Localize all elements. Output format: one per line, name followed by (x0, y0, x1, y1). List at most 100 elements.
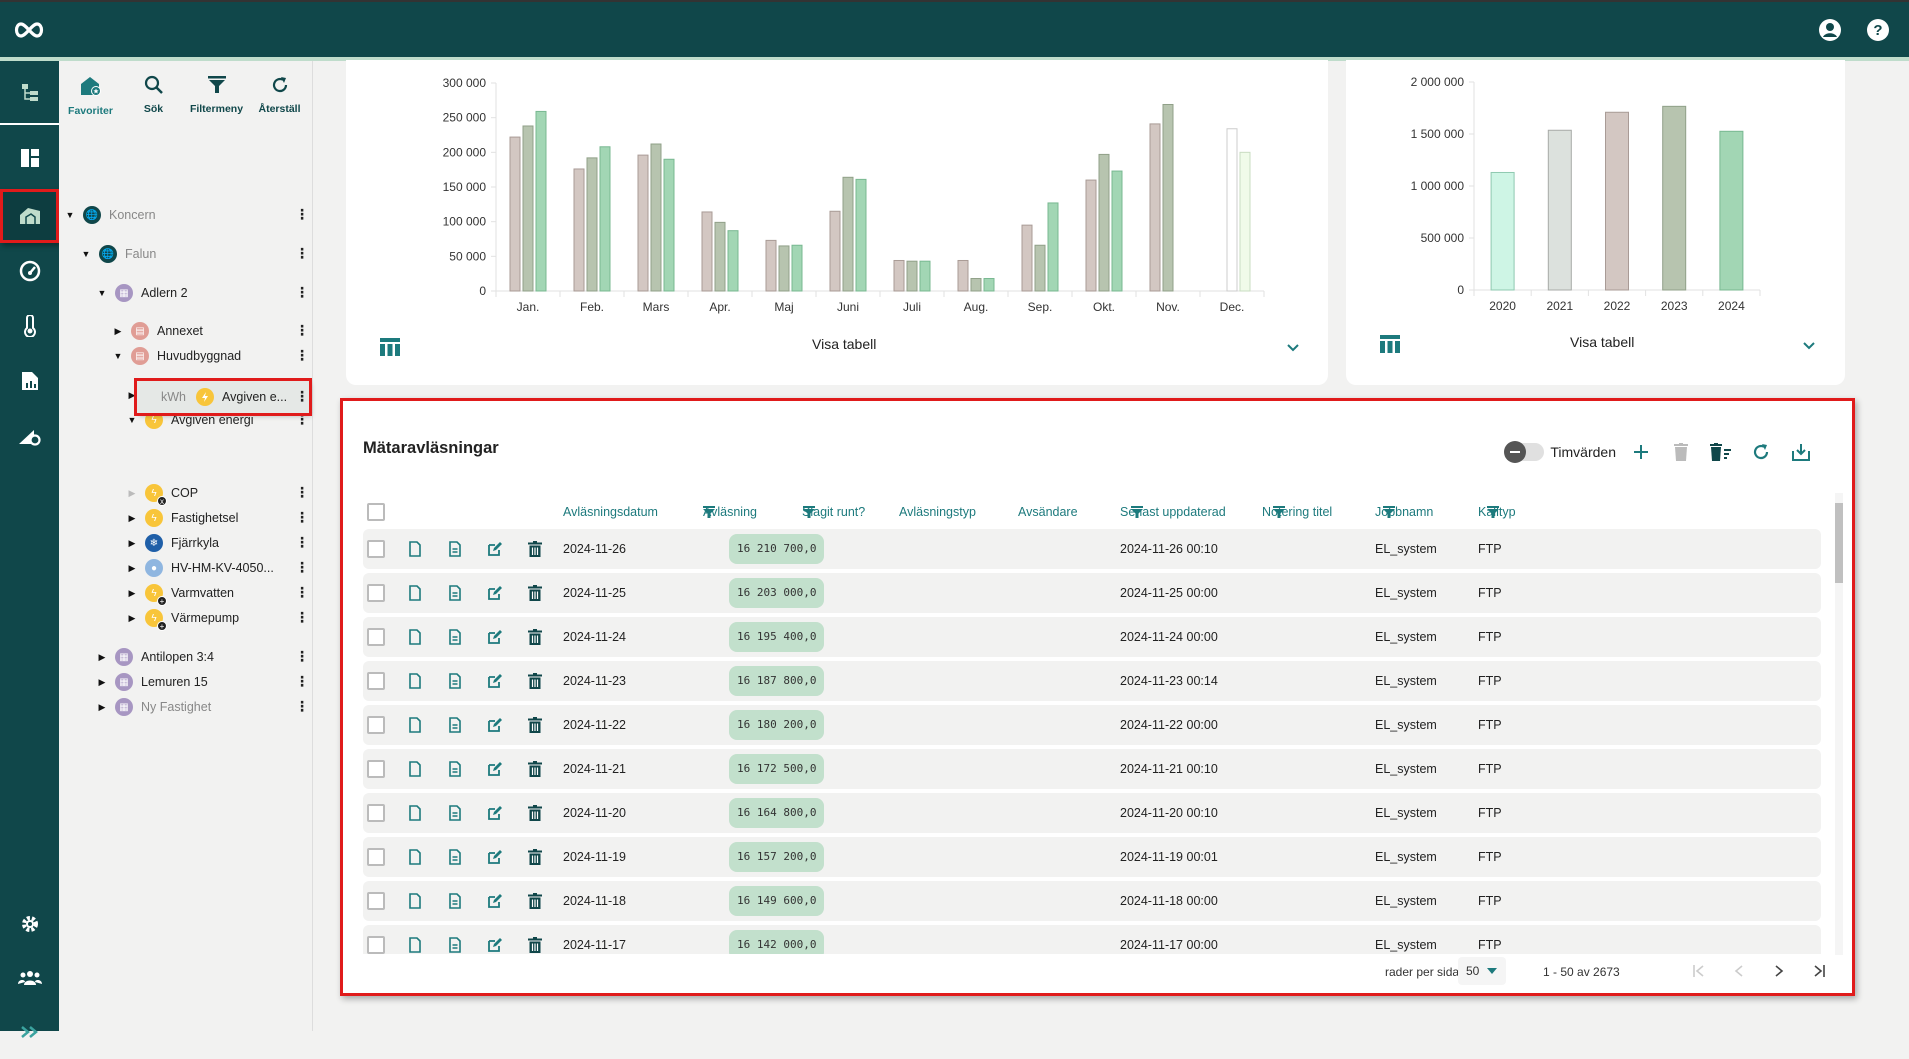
download-button[interactable] (1790, 441, 1812, 463)
tree-node[interactable]: ▶ ϟ x COP (127, 482, 198, 506)
kebab-menu-icon[interactable]: ⋮ (295, 485, 309, 499)
document-icon[interactable] (447, 849, 463, 865)
row-checkbox[interactable] (367, 540, 385, 558)
bar-2023-Jan.[interactable] (522, 125, 534, 292)
tree-node[interactable]: ▶ ▦ Antilopen 3:4 (97, 646, 214, 668)
chevron-down-icon[interactable] (1802, 341, 1816, 351)
kebab-menu-icon[interactable]: ⋮ (295, 649, 309, 663)
bar-2023-Juni[interactable] (842, 176, 854, 292)
bar-2024-Juli[interactable] (919, 260, 931, 292)
first-page-button[interactable] (1689, 961, 1709, 981)
next-page-button[interactable] (1769, 961, 1789, 981)
filter-menu-button[interactable]: Filtermeny (185, 61, 248, 127)
table-icon[interactable] (1380, 335, 1400, 353)
rows-per-page-select[interactable]: 50 (1458, 957, 1506, 985)
trash-icon[interactable] (527, 849, 543, 865)
column-header-source[interactable]: Källtyp (1478, 505, 1516, 519)
bar-2024-Sep.[interactable] (1047, 202, 1059, 292)
tree-node[interactable]: ▶ ϟ + Varmvatten (127, 582, 234, 606)
column-header-rollover[interactable]: Slagit runt? (802, 505, 865, 519)
edit-icon[interactable] (487, 761, 503, 777)
tree-node[interactable]: ▶ ▤ Annexet (113, 320, 203, 342)
caret-right-icon[interactable]: ▶ (127, 563, 137, 574)
scrollbar-thumb[interactable] (1835, 503, 1843, 583)
rail-tree[interactable] (0, 66, 59, 120)
file-icon[interactable] (407, 893, 423, 909)
caret-down-icon[interactable]: ▼ (65, 210, 75, 220)
document-icon[interactable] (447, 585, 463, 601)
table-row[interactable]: 2024-11-18 16 149 600,0 2024-11-18 00:00 EL… (363, 881, 1821, 921)
column-header-type[interactable]: Avläsningstyp (899, 505, 976, 519)
row-checkbox[interactable] (367, 672, 385, 690)
tree-node[interactable]: ▶ ❄ Fjärrkyla (127, 532, 219, 554)
caret-down-icon[interactable]: ▼ (81, 249, 91, 259)
tree-node[interactable]: ▶ ▦ Lemuren 15 (97, 671, 208, 693)
row-checkbox[interactable] (367, 848, 385, 866)
rail-expand[interactable] (0, 1005, 59, 1059)
file-icon[interactable] (407, 761, 423, 777)
bar-2024[interactable] (1719, 130, 1744, 291)
row-checkbox[interactable] (367, 716, 385, 734)
caret-right-icon[interactable]: ▶ (127, 390, 137, 401)
kebab-menu-icon[interactable]: ⋮ (295, 510, 309, 524)
rail-reports[interactable] (0, 354, 59, 408)
bar-2024-Apr.[interactable] (727, 230, 739, 292)
bar-2020[interactable] (1490, 171, 1515, 291)
file-icon[interactable] (407, 585, 423, 601)
caret-right-icon[interactable]: ▶ (97, 652, 107, 663)
edit-icon[interactable] (487, 893, 503, 909)
bar-2022-Sep.[interactable] (1021, 224, 1033, 292)
help-icon[interactable]: ? (1866, 18, 1890, 42)
table-row[interactable]: 2024-11-19 16 157 200,0 2024-11-19 00:01 EL… (363, 837, 1821, 877)
table-row[interactable]: 2024-11-21 16 172 500,0 2024-11-21 00:10 EL… (363, 749, 1821, 789)
tree-node[interactable]: ▼ ▤ Huvudbyggnad (113, 345, 241, 367)
row-checkbox[interactable] (367, 760, 385, 778)
rail-dashboard[interactable] (0, 131, 59, 185)
tree-node[interactable]: ▶ ● HV-HM-KV-4050... (127, 557, 274, 579)
tree-node[interactable]: ▼ ▦ Adlern 2 (97, 282, 188, 304)
document-icon[interactable] (447, 893, 463, 909)
caret-right-icon[interactable]: ▶ (127, 588, 137, 599)
table-icon[interactable] (380, 338, 400, 356)
reset-button[interactable]: Återställ (248, 61, 311, 127)
document-icon[interactable] (447, 805, 463, 821)
file-icon[interactable] (407, 673, 423, 689)
caret-right-icon[interactable]: ▶ (127, 513, 137, 524)
kebab-menu-icon[interactable]: ⋮ (295, 610, 309, 624)
table-row[interactable]: 2024-11-26 16 210 700,0 2024-11-26 00:10 EL… (363, 529, 1821, 569)
document-icon[interactable] (447, 629, 463, 645)
table-row[interactable]: 2024-11-24 16 195 400,0 2024-11-24 00:00 EL… (363, 617, 1821, 657)
bar-2023-Nov.[interactable] (1162, 103, 1174, 292)
account-icon[interactable] (1818, 18, 1842, 42)
bar-2023-Aug.[interactable] (970, 278, 982, 292)
file-icon[interactable] (407, 805, 423, 821)
last-page-button[interactable] (1809, 961, 1829, 981)
file-icon[interactable] (407, 717, 423, 733)
caret-right-icon[interactable]: ▶ (97, 677, 107, 688)
kebab-menu-icon[interactable]: ⋮ (295, 348, 309, 362)
bar-2022-Okt.[interactable] (1085, 179, 1097, 292)
file-icon[interactable] (407, 541, 423, 557)
row-checkbox[interactable] (367, 804, 385, 822)
bar-2023-Juli[interactable] (906, 260, 918, 292)
rail-temperature[interactable] (0, 299, 59, 353)
bar-2023-Okt.[interactable] (1098, 153, 1110, 292)
trash-icon[interactable] (527, 717, 543, 733)
table-row[interactable]: 2024-11-23 16 187 800,0 2024-11-23 00:14 EL… (363, 661, 1821, 701)
table-row[interactable]: 2024-11-17 16 142 000,0 2024-11-17 00:00 EL… (363, 925, 1821, 954)
bar-2021[interactable] (1547, 129, 1572, 291)
tree-node[interactable]: ▶ ϟ + Värmepump (127, 607, 239, 631)
bar-2023-Feb.[interactable] (586, 157, 598, 292)
bar-2022-Apr.[interactable] (701, 211, 713, 292)
trash-icon[interactable] (527, 805, 543, 821)
document-icon[interactable] (447, 673, 463, 689)
bar-2024-Mars[interactable] (663, 158, 675, 292)
edit-icon[interactable] (487, 541, 503, 557)
edit-icon[interactable] (487, 673, 503, 689)
caret-right-icon[interactable]: ▶ (113, 326, 123, 337)
bar-2024-Juni[interactable] (855, 178, 867, 292)
column-header-reading[interactable]: Avläsning (703, 505, 757, 519)
edit-icon[interactable] (487, 805, 503, 821)
tree-node-selected-meter[interactable]: kWh Avgiven e... ⋮ (134, 378, 312, 416)
bar-2023-Maj[interactable] (778, 245, 790, 292)
